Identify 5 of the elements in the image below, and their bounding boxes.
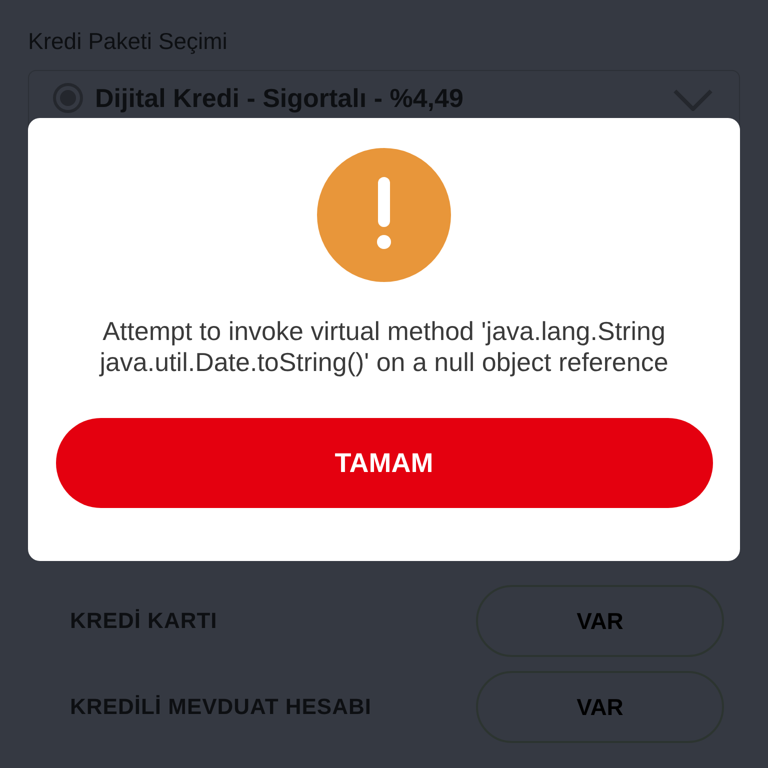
error-message: Attempt to invoke virtual method 'java.lang.String java.util.Date.toString()' on a null object reference	[98, 316, 670, 378]
answer-button[interactable]: VAR	[476, 585, 724, 657]
answer-button[interactable]: VAR	[476, 671, 724, 743]
warning-icon	[316, 147, 452, 283]
ok-button[interactable]: TAMAM	[56, 418, 712, 508]
